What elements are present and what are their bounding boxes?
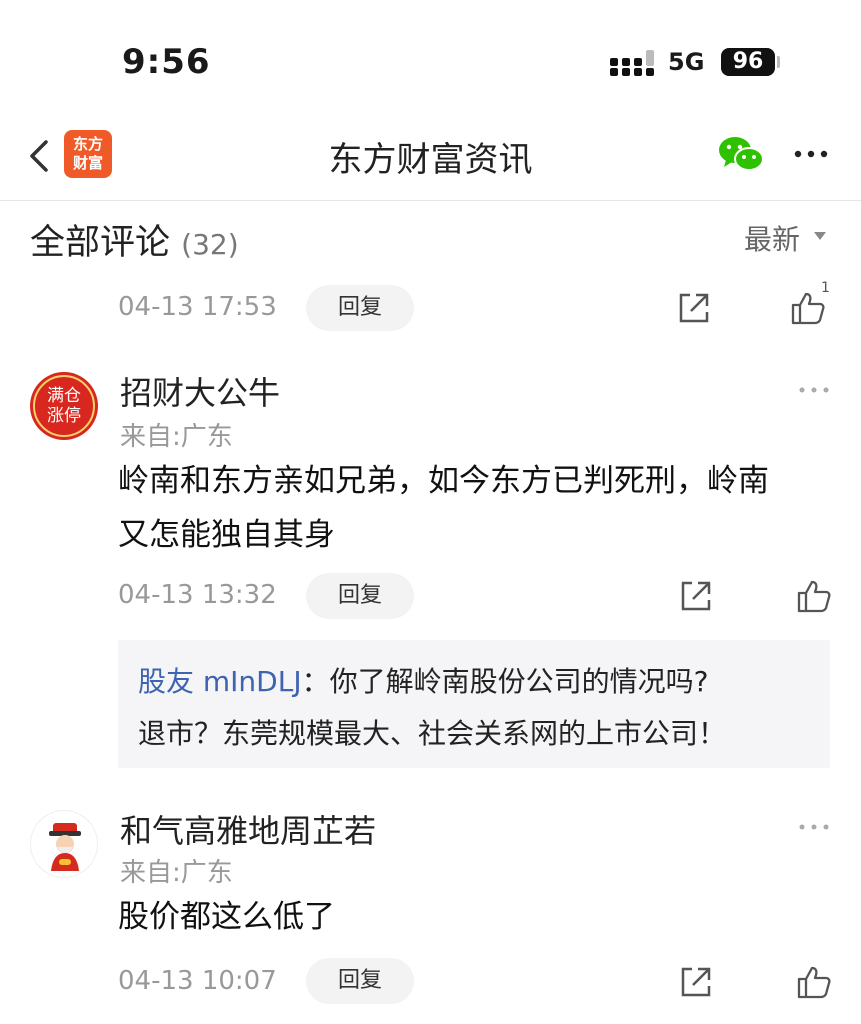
comment-timestamp: 04-13 17:53	[118, 292, 277, 322]
quoted-reply-user[interactable]: 股友 mInDLJ	[138, 665, 302, 698]
battery-indicator: 96	[721, 48, 775, 76]
wechat-share-icon[interactable]	[718, 134, 764, 174]
share-icon[interactable]	[678, 578, 714, 614]
comment-more-icon[interactable]	[798, 822, 830, 832]
more-options-icon[interactable]	[794, 140, 828, 168]
battery-cap	[777, 56, 780, 68]
share-icon[interactable]	[678, 964, 714, 1000]
quoted-reply-content: 你了解岭南股份公司的情况吗?	[329, 665, 709, 698]
comments-title: 全部评论	[30, 223, 171, 263]
avatar[interactable]	[30, 810, 98, 878]
avatar[interactable]: 满仓涨停	[30, 372, 98, 440]
comment-location: 来自:广东	[120, 422, 233, 452]
like-icon[interactable]	[796, 578, 832, 614]
caret-down-icon[interactable]	[814, 232, 826, 240]
like-icon[interactable]	[796, 964, 832, 1000]
like-count: 1	[821, 280, 830, 296]
reply-button[interactable]: 回复	[306, 958, 414, 1004]
comment-username[interactable]: 招财大公牛	[120, 368, 280, 414]
comment-location: 来自:广东	[120, 858, 233, 888]
reply-button[interactable]: 回复	[306, 285, 414, 331]
avatar-text: 满仓涨停	[33, 375, 95, 437]
signal-icon	[610, 50, 654, 76]
reply-button[interactable]: 回复	[306, 573, 414, 619]
quoted-reply-line: 股友 mInDLJ：你了解岭南股份公司的情况吗?	[138, 656, 818, 708]
sort-dropdown[interactable]: 最新	[744, 218, 800, 258]
god-of-wealth-avatar-icon	[49, 823, 81, 871]
network-type: 5G	[668, 48, 705, 76]
comment-timestamp: 04-13 10:07	[118, 966, 277, 996]
quoted-reply-separator: ：	[301, 665, 330, 698]
comment-username[interactable]: 和气高雅地周芷若	[120, 806, 376, 852]
comment-more-icon[interactable]	[798, 385, 830, 395]
comment-body: 股价都这么低了	[118, 899, 335, 935]
quoted-reply-text: 股友 mInDLJ：你了解岭南股份公司的情况吗? 退市？东莞规模最大、社会关系网…	[138, 656, 818, 760]
comment-timestamp: 04-13 13:32	[118, 580, 277, 610]
share-icon[interactable]	[676, 290, 712, 326]
status-time: 9:56	[122, 42, 211, 82]
comment-body-line: 岭南和东方亲如兄弟，如今东方已判死刑，岭南	[118, 463, 769, 499]
quoted-reply-line: 退市？东莞规模最大、社会关系网的上市公司！	[138, 717, 727, 750]
comment-body-line: 又怎能独自其身	[118, 517, 335, 553]
comments-header: 全部评论 (32)	[30, 214, 239, 265]
comments-count: (32)	[181, 228, 239, 261]
